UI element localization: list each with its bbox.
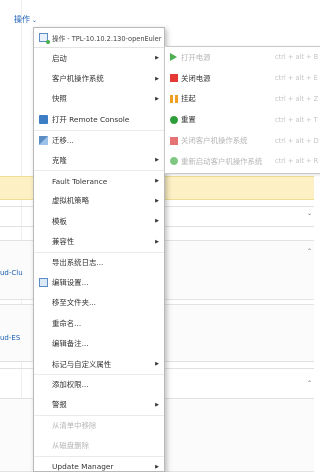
menu-item[interactable]: 兼容性 ▶ [34, 232, 164, 252]
cluster-link[interactable]: ud-Clu [0, 269, 23, 277]
submenu-arrow-icon: ▶ [155, 55, 159, 62]
menu-item[interactable]: 克隆 ▶ [34, 150, 164, 170]
submenu-item[interactable]: 重置 ctrl + alt + T [165, 109, 320, 130]
menu-item-label: 编辑设置... [52, 277, 89, 287]
menu-item[interactable]: 导出系统日志... [34, 251, 164, 272]
remote-console-icon [39, 114, 48, 124]
shutdown-guest-icon [170, 136, 178, 145]
submenu-arrow-icon: ▶ [155, 197, 159, 204]
menu-item[interactable]: 虚拟机策略 ▶ [34, 191, 164, 211]
shortcut-label: ctrl + alt + E [275, 74, 318, 83]
menu-item-label: 标记与自定义属性 [52, 359, 112, 369]
menu-item-label: Update Manager [52, 462, 114, 471]
menu-item[interactable]: 重命名... [34, 313, 164, 333]
submenu-item-label: 挂起 [181, 94, 196, 104]
menu-item-label: 编辑备注... [52, 339, 89, 349]
menu-item[interactable]: Fault Tolerance ▶ [34, 170, 164, 190]
chevron-down-icon: ⌄ [32, 17, 38, 24]
chevron-up-icon[interactable]: ⌃ [307, 380, 312, 387]
suspend-icon [170, 94, 178, 103]
actions-label: 操作 [14, 15, 30, 24]
vm-icon [39, 33, 50, 44]
reset-icon [170, 115, 178, 124]
menu-item-label: 导出系统日志... [52, 258, 104, 268]
shortcut-label: ctrl + alt + D [275, 136, 319, 145]
migrate-icon [39, 135, 48, 145]
submenu-arrow-icon: ▶ [155, 95, 159, 102]
menu-item[interactable]: Update Manager ▶ [34, 455, 164, 472]
submenu-item[interactable]: 挂起 ctrl + alt + Z [165, 89, 320, 110]
submenu-item: 关闭客户机操作系统 ctrl + alt + D [165, 130, 320, 151]
power-off-icon [170, 74, 178, 83]
shortcut-label: ctrl + alt + R [275, 157, 319, 166]
menu-item-label: 快照 [52, 94, 67, 104]
submenu-arrow-icon: ▶ [155, 157, 159, 164]
submenu-arrow-icon: ▶ [155, 75, 159, 82]
power-submenu: 打开电源 ctrl + alt + B 关闭电源 ctrl + alt + E 挂起 ct… [164, 46, 320, 174]
menu-item-label: 重命名... [52, 318, 82, 328]
submenu-arrow-icon: ▶ [155, 178, 159, 185]
submenu-item-label: 重置 [181, 115, 196, 125]
menu-item-label: 添加权限... [52, 380, 89, 390]
menu-item[interactable]: 快照 ▶ [34, 89, 164, 109]
menu-item-label: 虚拟机策略 [52, 196, 89, 206]
actions-dropdown-button[interactable]: 操作 ⌄ [14, 14, 37, 25]
menu-item-label: 克隆 [52, 155, 67, 165]
menu-item-label: 客户机操作系统 [52, 74, 104, 84]
menu-item[interactable]: 客户机操作系统 ▶ [34, 68, 164, 88]
menu-item[interactable]: 启动 ▶ [34, 48, 164, 68]
menu-item[interactable]: 警报 ▶ [34, 395, 164, 415]
submenu-item[interactable]: 关闭电源 ctrl + alt + E [165, 68, 320, 89]
menu-item[interactable]: 迁移... [34, 129, 164, 150]
power-on-icon [170, 53, 177, 62]
menu-item[interactable]: 编辑设置... [34, 272, 164, 292]
submenu-item-label: 关闭电源 [181, 73, 211, 83]
menu-item-label: 从磁盘删除 [52, 441, 89, 451]
menu-item-label: 启动 [52, 53, 67, 63]
host-link[interactable]: ud-ES [0, 334, 20, 342]
shortcut-label: ctrl + alt + Z [275, 94, 319, 103]
menu-item-label: 模板 [52, 216, 67, 226]
menu-item[interactable]: 模板 ▶ [34, 211, 164, 231]
restart-guest-icon [170, 157, 178, 166]
menu-item[interactable]: 添加权限... [34, 374, 164, 394]
edit-settings-icon [39, 277, 48, 287]
actions-context-menu: 操作 - TPL-10.10.2.130-openEuler 启动 ▶ 客户机操作系… [33, 27, 165, 472]
menu-item: 从清单中移除 [34, 415, 164, 435]
menu-header-title: 操作 - TPL-10.10.2.130-openEuler [52, 34, 162, 43]
shortcut-label: ctrl + alt + T [275, 115, 318, 124]
submenu-arrow-icon: ▶ [155, 401, 159, 408]
menu-header: 操作 - TPL-10.10.2.130-openEuler [34, 28, 164, 48]
menu-item[interactable]: 编辑备注... [34, 333, 164, 353]
menu-item: 从磁盘删除 [34, 435, 164, 455]
shortcut-label: ctrl + alt + B [275, 53, 319, 62]
menu-item[interactable]: 打开 Remote Console [34, 109, 164, 129]
menu-item-label: 兼容性 [52, 237, 75, 247]
menu-item-label: Fault Tolerance [52, 176, 108, 186]
menu-item[interactable]: 移至文件夹... [34, 293, 164, 313]
menu-item-label: 警报 [52, 400, 67, 410]
submenu-item: 打开电源 ctrl + alt + B [165, 47, 320, 68]
submenu-item-label: 关闭客户机操作系统 [181, 136, 248, 146]
menu-item-label: 迁移... [52, 135, 74, 145]
submenu-item-label: 打开电源 [181, 52, 211, 62]
chevron-up-icon[interactable]: ⌃ [307, 248, 312, 255]
submenu-arrow-icon: ▶ [155, 361, 159, 368]
menu-item-label: 打开 Remote Console [52, 114, 130, 124]
submenu-arrow-icon: ▶ [155, 238, 159, 245]
submenu-arrow-icon: ▶ [155, 218, 159, 225]
chevron-down-icon[interactable]: ⌄ [307, 210, 312, 217]
menu-item-label: 移至文件夹... [52, 298, 97, 308]
menu-item-label: 从清单中移除 [52, 421, 97, 431]
submenu-arrow-icon: ▶ [155, 463, 159, 470]
submenu-item: 重新启动客户机操作系统 ctrl + alt + R [165, 151, 320, 172]
submenu-item-label: 重新启动客户机操作系统 [181, 156, 263, 166]
menu-item[interactable]: 标记与自定义属性 ▶ [34, 354, 164, 374]
